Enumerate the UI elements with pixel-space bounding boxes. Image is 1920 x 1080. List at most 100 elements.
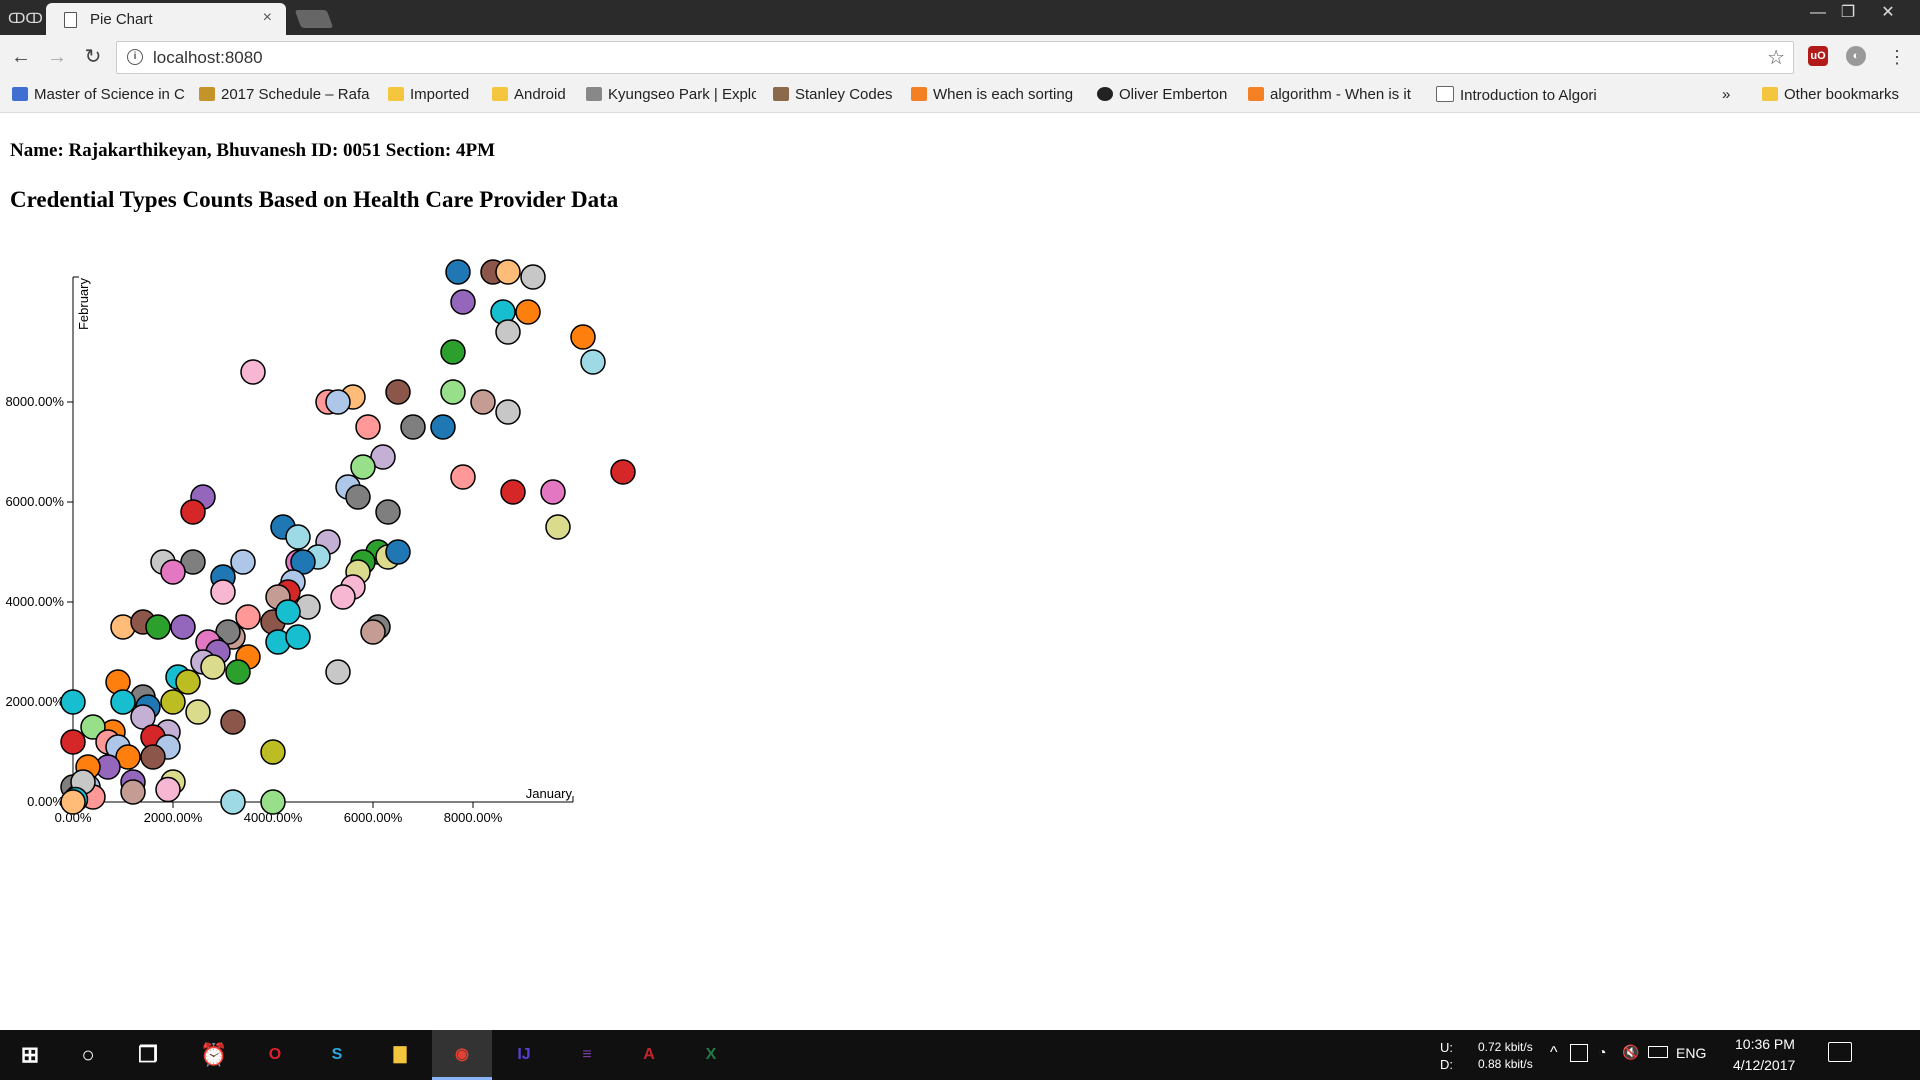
taskbar-chrome-button[interactable]: ◉ [432,1030,492,1080]
data-point [220,709,246,735]
data-point [175,669,201,695]
data-point [450,464,476,490]
taskbar-winrar-button[interactable]: ≡ [557,1030,617,1080]
data-point [430,414,456,440]
wifi-icon[interactable]: ◔ [1598,1044,1606,1060]
data-point [570,324,596,350]
bookmark-item[interactable]: Oliver Emberton [1097,86,1247,106]
tab-strip: ↀↀ Pie Chart × — ❐ ✕ [0,0,1920,35]
data-point [500,479,526,505]
address-bar[interactable]: i localhost:8080 ☆ [116,41,1794,74]
data-point [220,789,246,815]
data-point [515,299,541,325]
data-point [275,599,301,625]
restore-button[interactable]: ❐ [1834,2,1862,24]
bookmark-label: Kyungseo Park | Explo [608,86,756,103]
data-point [185,699,211,725]
site-info-icon[interactable]: i [127,49,143,65]
menu-icon[interactable]: ⋮ [1884,44,1910,70]
bookmark-item[interactable]: 2017 Schedule – Rafa [199,86,374,106]
tab-close-icon[interactable]: × [263,9,272,27]
start-icon: ⊞ [20,1042,40,1067]
taskbar-file-explorer-button[interactable]: ▇ [370,1030,430,1080]
data-point [120,779,146,805]
back-button[interactable]: ← [8,44,34,70]
taskbar-opera-button[interactable]: O [245,1030,305,1080]
data-point [60,689,86,715]
action-center-icon[interactable] [1828,1042,1852,1062]
ublock-icon[interactable]: uO [1808,46,1828,66]
clock-date[interactable]: 4/12/2017 [1733,1057,1795,1073]
close-window-button[interactable]: ✕ [1874,2,1902,24]
bookmark-folder-imported[interactable]: Imported [388,86,488,106]
acrobat-icon: A [643,1046,655,1063]
excel-icon: X [705,1046,717,1063]
bookmark-label: Oliver Emberton [1119,86,1228,103]
data-point [350,454,376,480]
data-point [520,264,546,290]
intellij-icon: IJ [517,1046,531,1063]
bookmark-item[interactable]: Master of Science in C [12,86,187,106]
y-axis-label: February [76,278,91,331]
data-point [240,359,266,385]
taskbar-skype-button[interactable]: S [307,1030,367,1080]
bookmark-item[interactable]: Stanley Codes [773,86,898,106]
data-point [140,744,166,770]
data-point [355,414,381,440]
language-indicator[interactable]: ENG [1676,1045,1706,1061]
data-point [225,659,251,685]
tray-app-icon[interactable] [1570,1044,1588,1062]
profile-icon[interactable]: ↀↀ [8,8,43,28]
x-tick-label: 8000.00% [444,810,503,825]
taskbar-intellij-button[interactable]: IJ [494,1030,554,1080]
page-title: Credential Types Counts Based on Health … [10,187,619,212]
bookmarks-overflow-button[interactable]: » [1722,86,1742,106]
y-tick-label: 2000.00% [5,694,64,709]
data-point [110,689,136,715]
bookmark-item[interactable]: Introduction to Algori [1436,86,1606,106]
bookmark-item[interactable]: algorithm - When is it [1248,86,1418,106]
clock-time[interactable]: 10:36 PM [1735,1036,1795,1052]
data-point [470,389,496,415]
bookmark-folder-android[interactable]: Android [492,86,592,106]
taskbar-acrobat-button[interactable]: A [619,1030,679,1080]
bookmark-item[interactable]: When is each sorting [911,86,1081,106]
new-tab-button[interactable] [294,10,334,28]
page-favicon-icon [64,12,77,28]
forward-button[interactable]: → [44,44,70,70]
data-point [60,789,86,815]
url-text[interactable]: localhost:8080 [153,48,263,68]
taskbar-cortana-button[interactable]: ○ [58,1030,118,1080]
site-icon [586,87,602,101]
y-tick-label: 6000.00% [5,494,64,509]
y-tick-label: 8000.00% [5,394,64,409]
bookmark-star-icon[interactable]: ☆ [1767,45,1785,70]
data-point [210,579,236,605]
taskbar-task-view-button[interactable]: ❐ [118,1030,178,1080]
minimize-button[interactable]: — [1804,2,1832,24]
bookmark-label: Imported [410,86,470,103]
volume-muted-icon[interactable]: 🔇 [1622,1044,1639,1061]
data-point [345,484,371,510]
battery-icon[interactable] [1648,1046,1668,1058]
avatar-icon [773,87,789,101]
x-tick-label: 2000.00% [144,810,203,825]
data-point [330,584,356,610]
data-point [385,539,411,565]
tab-pie-chart[interactable]: Pie Chart × [46,3,286,35]
bookmark-label: When is each sorting [933,86,1074,103]
extension-icon[interactable]: ◐ [1846,46,1866,66]
reload-button[interactable]: ↻ [80,44,106,70]
data-point [360,619,386,645]
taskbar-alarm-app-button[interactable]: ⏰ [183,1030,243,1080]
taskbar-start-button[interactable]: ⊞ [0,1030,60,1080]
other-bookmarks-folder[interactable]: Other bookmarks [1762,86,1917,106]
data-point [160,689,186,715]
taskbar-excel-button[interactable]: X [681,1030,741,1080]
tennis-icon [199,87,215,101]
data-point [580,349,606,375]
file-explorer-icon: ▇ [393,1046,407,1063]
chevron-up-icon[interactable]: ^ [1550,1044,1558,1062]
bookmark-item[interactable]: Kyungseo Park | Explo [586,86,756,106]
circle-logo-icon [1097,87,1113,101]
